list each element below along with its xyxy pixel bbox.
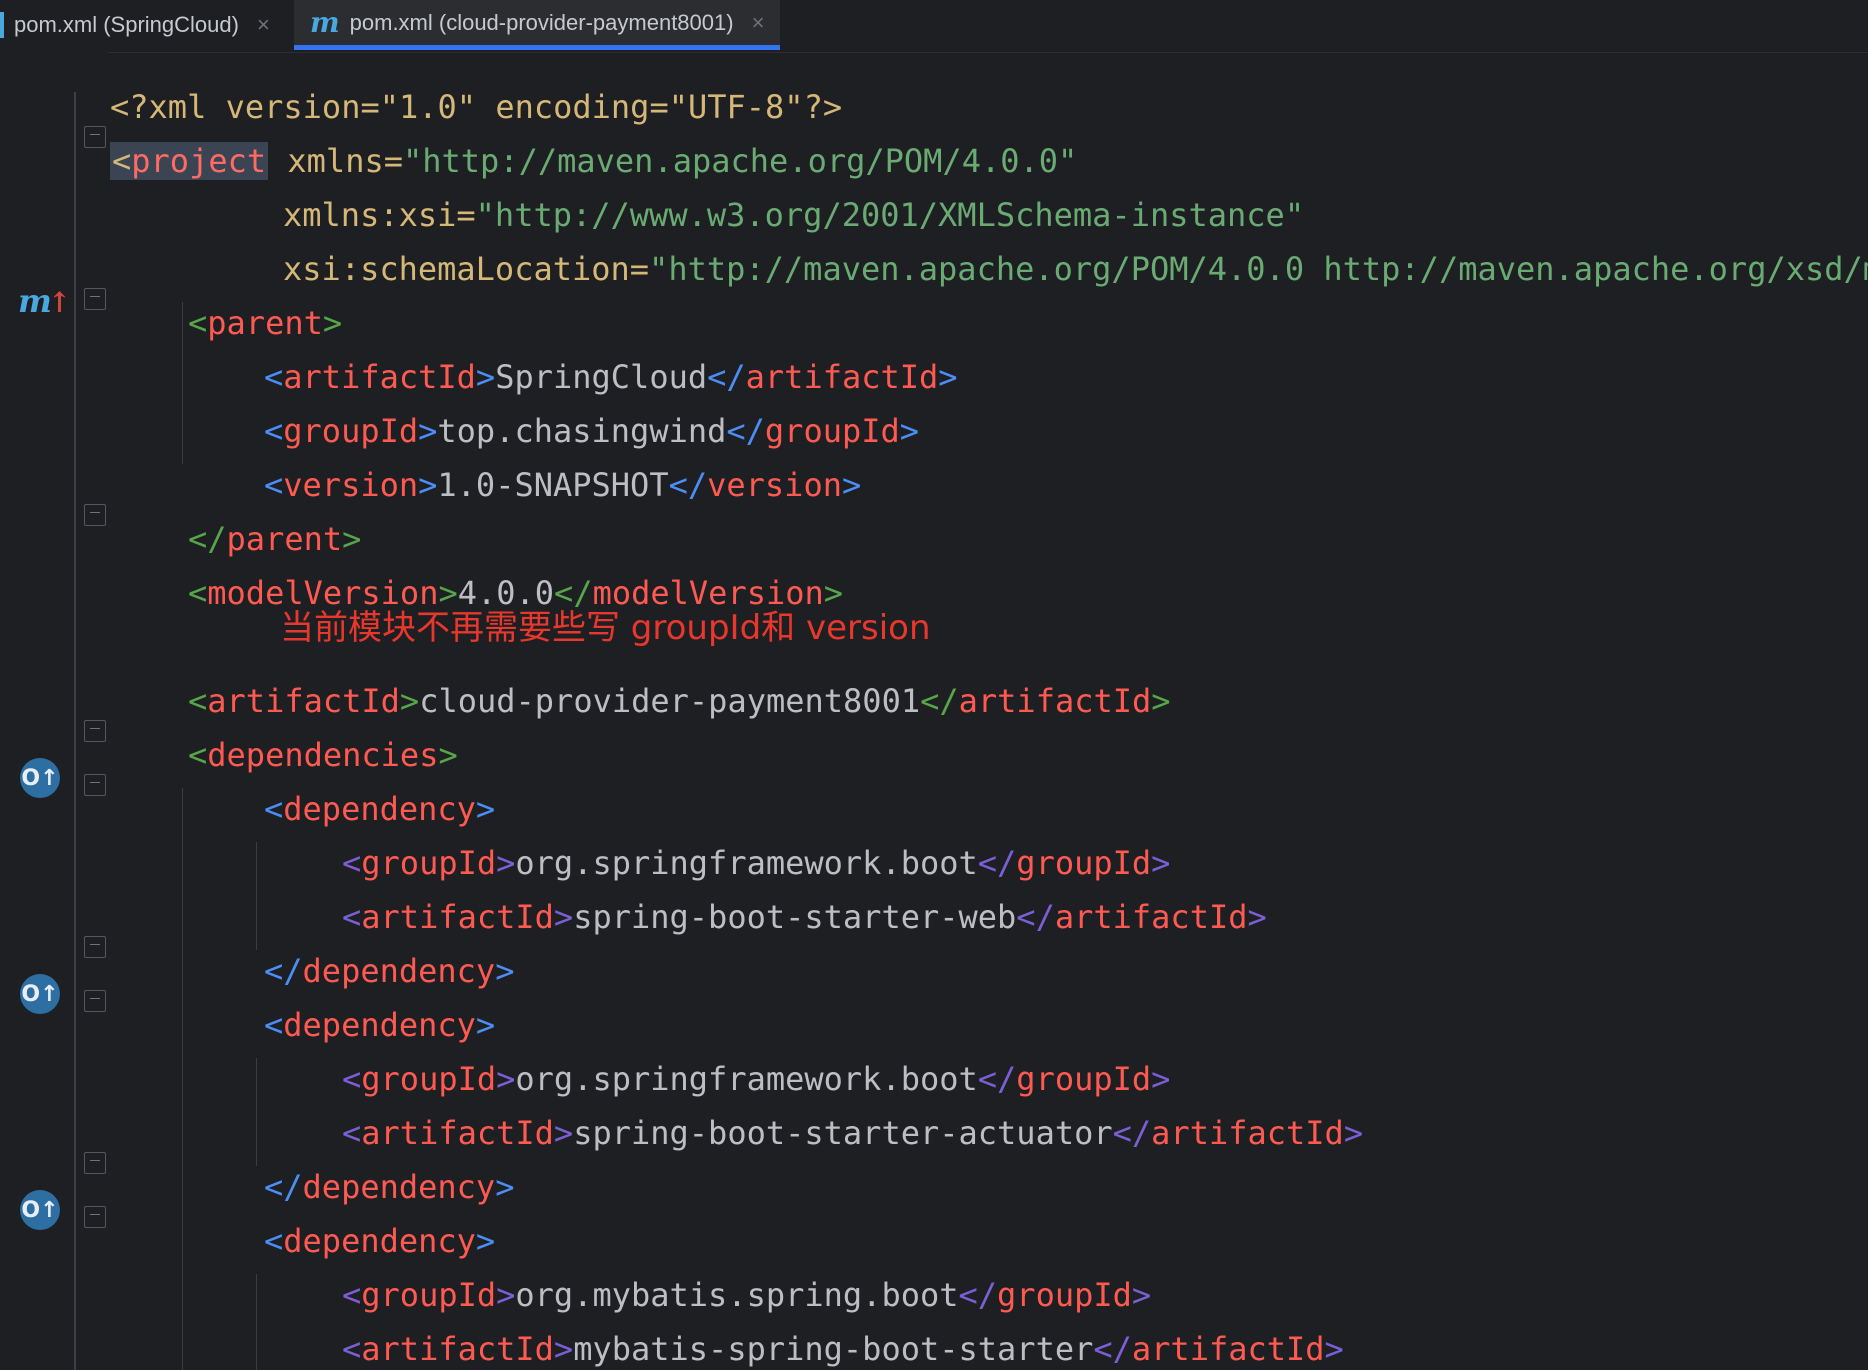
fold-icon[interactable] [84, 1206, 106, 1228]
code-line-20: </dependency> [264, 1168, 515, 1206]
indent-guide [182, 302, 183, 464]
code-line-9: </parent> [188, 520, 362, 558]
maven-icon: m [310, 6, 340, 39]
code-line-8: <version>1.0-SNAPSHOT</version> [264, 466, 862, 504]
close-icon[interactable]: × [752, 10, 765, 36]
indent-guide [182, 788, 183, 1370]
fold-icon[interactable] [84, 990, 106, 1012]
code-line-14: <groupId>org.springframework.boot</group… [342, 844, 1171, 882]
tab-pom-springcloud[interactable]: pom.xml (SpringCloud) × [14, 0, 270, 50]
code-line-3: xmlns:xsi="http://www.w3.org/2001/XMLSch… [283, 196, 1305, 234]
close-icon[interactable]: × [257, 12, 270, 38]
gutter-line [74, 92, 76, 1370]
code-line-4: xsi:schemaLocation="http://maven.apache.… [283, 250, 1868, 288]
code-line-23: <artifactId>mybatis-spring-boot-starter<… [342, 1330, 1344, 1368]
code-line-7: <groupId>top.chasingwind</groupId> [264, 412, 920, 450]
fold-icon[interactable] [84, 126, 106, 148]
code-line-17: <dependency> [264, 1006, 496, 1044]
code-editor[interactable]: m↑ O↑ O↑ O↑ <?xml version="1.0" encoding… [0, 52, 1868, 1370]
code-area[interactable]: <?xml version="1.0" encoding="UTF-8"?> <… [108, 52, 1868, 1370]
tab-pom-payment8001[interactable]: m pom.xml (cloud-provider-payment8001) × [294, 0, 781, 50]
editor-tab-bar: pom.xml (SpringCloud) × m pom.xml (cloud… [0, 0, 1868, 53]
code-line-6: <artifactId>SpringCloud</artifactId> [264, 358, 958, 396]
code-line-16: </dependency> [264, 952, 515, 990]
code-line-5: <parent> [188, 304, 343, 342]
code-line-12: <dependencies> [188, 736, 458, 774]
code-line-2: <project xmlns="http://maven.apache.org/… [110, 142, 1078, 180]
code-line-22: <groupId>org.mybatis.spring.boot</groupI… [342, 1276, 1152, 1314]
code-line-15: <artifactId>spring-boot-starter-web</art… [342, 898, 1267, 936]
dependency-gutter-icon[interactable]: O↑ [20, 758, 60, 798]
fold-icon[interactable] [84, 720, 106, 742]
dependency-gutter-icon[interactable]: O↑ [20, 1190, 60, 1230]
tab-edge-marker [0, 12, 4, 38]
code-line-13: <dependency> [264, 790, 496, 828]
code-line-18: <groupId>org.springframework.boot</group… [342, 1060, 1171, 1098]
editor-gutter: m↑ O↑ O↑ O↑ [0, 52, 108, 1370]
fold-icon[interactable] [84, 288, 106, 310]
indent-guide [256, 842, 257, 950]
code-line-1: <?xml version="1.0" encoding="UTF-8"?> [110, 88, 843, 126]
fold-icon[interactable] [84, 1152, 106, 1174]
fold-icon[interactable] [84, 936, 106, 958]
fold-icon[interactable] [84, 774, 106, 796]
tab-label: pom.xml (cloud-provider-payment8001) [349, 9, 734, 35]
dependency-gutter-icon[interactable]: O↑ [20, 974, 60, 1014]
maven-parent-navigate-icon[interactable]: m↑ [18, 282, 71, 320]
code-line-11: <artifactId>cloud-provider-payment8001</… [188, 682, 1171, 720]
tab-label: pom.xml (SpringCloud) [14, 12, 239, 37]
indent-guide [256, 1274, 257, 1370]
indent-guide [256, 1058, 257, 1166]
code-line-21: <dependency> [264, 1222, 496, 1260]
code-line-19: <artifactId>spring-boot-starter-actuator… [342, 1114, 1364, 1152]
fold-icon[interactable] [84, 504, 106, 526]
red-annotation-note: 当前模块不再需要些写 groupId和 version [280, 608, 931, 648]
